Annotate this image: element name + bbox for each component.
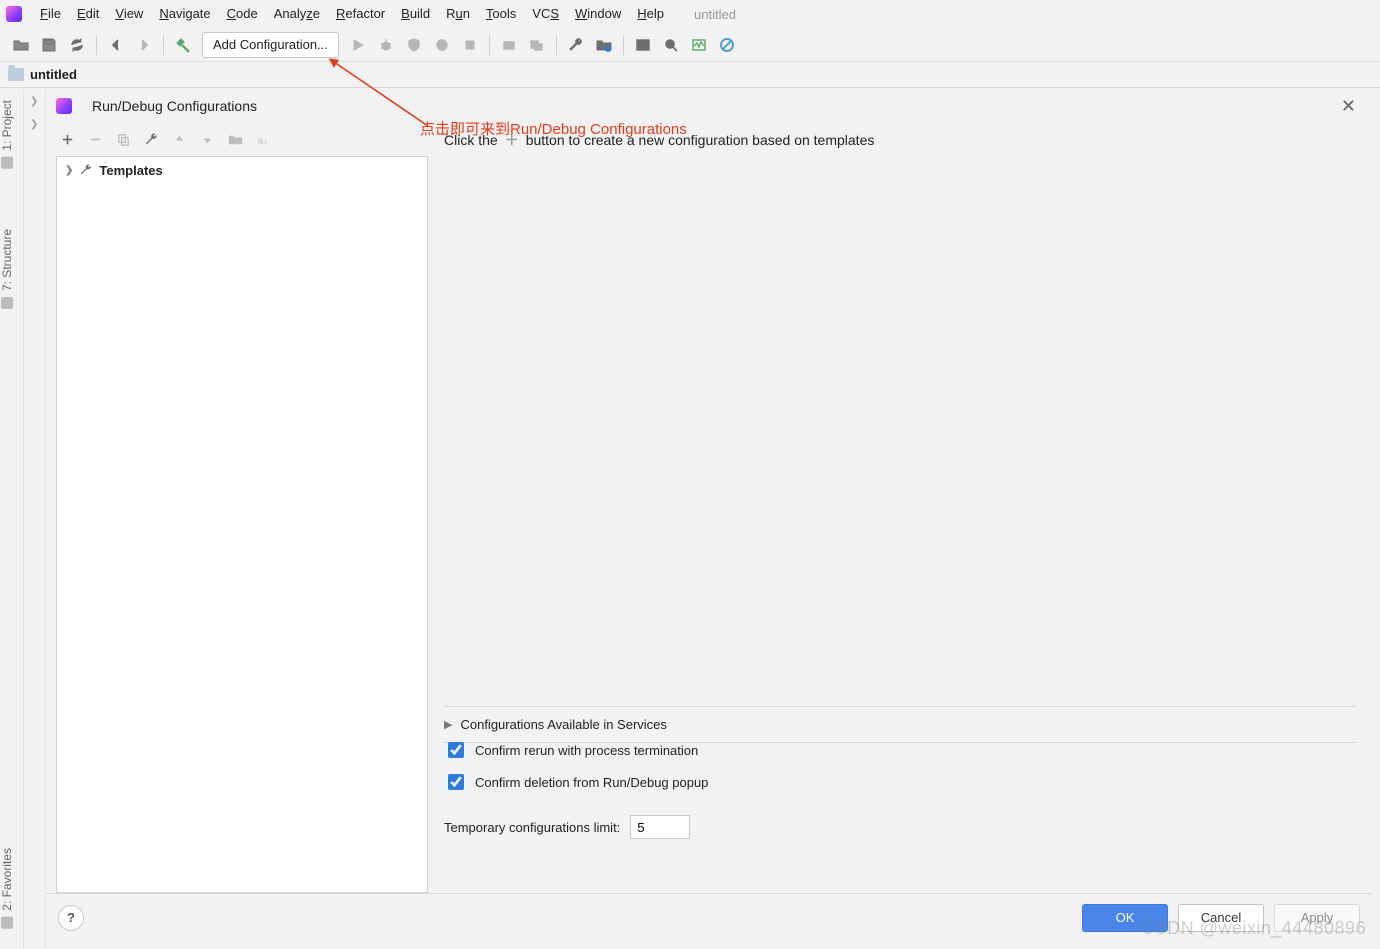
dialog-titlebar: Run/Debug Configurations ✕ [46,92,1372,120]
debug-bug-icon[interactable] [373,32,399,58]
tree-templates-label: Templates [99,163,162,178]
folder-config-icon[interactable] [226,130,244,148]
favorites-tab-icon [1,917,13,929]
dialog-right-panel: Click the ＋ button to create a new confi… [438,128,1362,893]
tree-templates-node[interactable]: ❯ Templates [57,157,427,183]
tab-project[interactable]: 1: Project [0,90,14,179]
menu-vcs[interactable]: VCS [524,0,567,28]
activity-icon[interactable] [686,32,712,58]
attach2-icon[interactable] [524,32,550,58]
menu-build[interactable]: Build [393,0,438,28]
menu-code[interactable]: Code [219,0,266,28]
profile-icon[interactable] [429,32,455,58]
temp-limit-label: Temporary configurations limit: [444,820,620,835]
expand-triangle-icon: ▶ [444,718,452,731]
config-tree[interactable]: ❯ Templates [56,156,428,893]
forward-icon[interactable] [131,32,157,58]
menu-help[interactable]: Help [629,0,672,28]
breadcrumb-project[interactable]: untitled [30,67,77,82]
chk-confirm-rerun[interactable]: Confirm rerun with process termination [444,739,1356,761]
chk-confirm-delete-input[interactable] [448,774,464,790]
menu-window[interactable]: Window [567,0,629,28]
run-anything-icon[interactable] [630,32,656,58]
breadcrumb-bar: untitled [0,62,1380,88]
menu-navigate[interactable]: Navigate [151,0,218,28]
menu-file[interactable]: File [32,0,69,28]
tab-favorites[interactable]: 2: Favorites [0,838,14,939]
tab-project-label: 1: Project [0,100,14,151]
project-structure-icon[interactable] [591,32,617,58]
menu-refactor[interactable]: Refactor [328,0,393,28]
run-play-icon[interactable] [345,32,371,58]
chk-confirm-delete[interactable]: Confirm deletion from Run/Debug popup [444,771,1356,793]
menu-edit[interactable]: Edit [69,0,107,28]
move-up-icon[interactable] [170,130,188,148]
tab-favorites-label: 2: Favorites [0,848,14,911]
help-icon[interactable]: ? [58,905,84,931]
run-debug-config-dialog: Run/Debug Configurations ✕ a↓ ❯ [46,92,1372,941]
side-gutter: ❯ ❯ [24,90,46,949]
dialog-app-icon [56,98,72,114]
search-icon[interactable] [658,32,684,58]
dialog-options: Confirm rerun with process termination C… [444,739,1356,839]
no-entry-icon[interactable] [714,32,740,58]
tab-structure-label: 7: Structure [0,229,14,291]
add-config-icon[interactable] [58,130,76,148]
move-down-icon[interactable] [198,130,216,148]
watermark-text: CSDN @weixin_44480896 [1141,918,1366,939]
chk-confirm-delete-label: Confirm deletion from Run/Debug popup [475,775,708,790]
dialog-title: Run/Debug Configurations [92,98,257,114]
save-icon[interactable] [36,32,62,58]
open-icon[interactable] [8,32,34,58]
chevron-right-icon: ❯ [65,165,73,176]
config-tree-toolbar: a↓ [56,128,428,156]
build-hammer-icon[interactable] [170,32,196,58]
structure-tab-icon [1,297,13,309]
run-config-combo[interactable]: Add Configuration... [202,32,339,58]
edit-templates-icon[interactable] [142,130,160,148]
folder-icon [8,68,24,81]
tab-structure[interactable]: 7: Structure [0,219,14,319]
stop-icon[interactable] [457,32,483,58]
coverage-icon[interactable] [401,32,427,58]
main-toolbar: Add Configuration... [0,28,1380,62]
menu-view[interactable]: View [107,0,151,28]
copy-config-icon[interactable] [114,130,132,148]
svg-text:a↓: a↓ [257,135,267,145]
dialog-left-panel: a↓ ❯ Templates [56,128,428,893]
run-config-label: Add Configuration... [213,37,328,52]
left-tool-tabs: 1: Project 7: Structure 2: Favorites [0,90,24,949]
sort-alpha-icon[interactable]: a↓ [254,130,272,148]
back-icon[interactable] [103,32,129,58]
temp-limit-input[interactable] [630,815,690,839]
menu-analyze[interactable]: Analyze [266,0,328,28]
project-tab-icon [1,157,13,169]
menubar: File Edit View Navigate Code Analyze Ref… [0,0,1380,28]
gutter-chevron2-icon[interactable]: ❯ [24,113,45,136]
chk-confirm-rerun-input[interactable] [448,742,464,758]
temp-limit-row: Temporary configurations limit: [444,815,1356,839]
menu-run[interactable]: Run [438,0,478,28]
attach-icon[interactable] [496,32,522,58]
menu-tools[interactable]: Tools [478,0,524,28]
close-icon[interactable]: ✕ [1335,96,1362,117]
gutter-chevron-icon[interactable]: ❯ [24,90,45,113]
remove-config-icon[interactable] [86,130,104,148]
sync-icon[interactable] [64,32,90,58]
services-section[interactable]: ▶ Configurations Available in Services [444,706,1356,743]
annotation-text: 点击即可来到Run/Debug Configurations [420,118,687,139]
chk-confirm-rerun-label: Confirm rerun with process termination [475,743,698,758]
wrench-icon [79,163,93,177]
settings-wrench-icon[interactable] [563,32,589,58]
project-name-label: untitled [694,7,736,22]
ok-label: OK [1116,910,1135,925]
app-logo-icon [6,6,22,22]
services-label: Configurations Available in Services [460,717,666,732]
